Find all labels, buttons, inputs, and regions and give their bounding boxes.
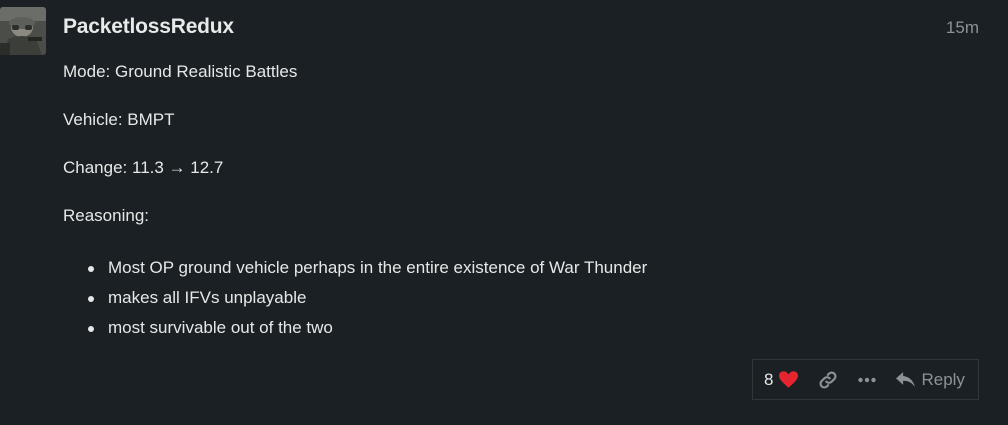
- like-count: 8: [764, 369, 774, 389]
- list-item: makes all IFVs unplayable: [88, 283, 963, 313]
- like-button[interactable]: 8: [764, 369, 799, 390]
- list-item: Most OP ground vehicle perhaps in the en…: [88, 253, 963, 283]
- reasoning-list: Most OP ground vehicle perhaps in the en…: [63, 253, 963, 343]
- reply-button[interactable]: Reply: [896, 369, 965, 390]
- avatar[interactable]: [0, 7, 46, 55]
- change-line: Change: 11.3 → 12.7: [63, 158, 224, 177]
- post-actions: 8 Reply: [752, 359, 979, 400]
- username[interactable]: PacketlossRedux: [63, 15, 234, 39]
- ellipsis-icon[interactable]: [858, 377, 877, 383]
- reasoning-line: Reasoning:: [63, 206, 150, 225]
- reply-arrow-icon: [896, 371, 916, 388]
- avatar-image: [0, 7, 46, 55]
- list-item: most survivable out of the two: [88, 313, 963, 343]
- link-icon[interactable]: [818, 370, 838, 390]
- reply-label: Reply: [921, 369, 965, 389]
- post-body: Mode: Ground Realistic Battles Vehicle: …: [63, 61, 963, 343]
- heart-icon: [779, 371, 799, 388]
- vehicle-line: Vehicle: BMPT: [63, 110, 175, 129]
- forum-post: PacketlossRedux 15m Mode: Ground Realist…: [0, 0, 1008, 425]
- post-timestamp[interactable]: 15m: [946, 18, 979, 38]
- mode-line: Mode: Ground Realistic Battles: [63, 62, 298, 81]
